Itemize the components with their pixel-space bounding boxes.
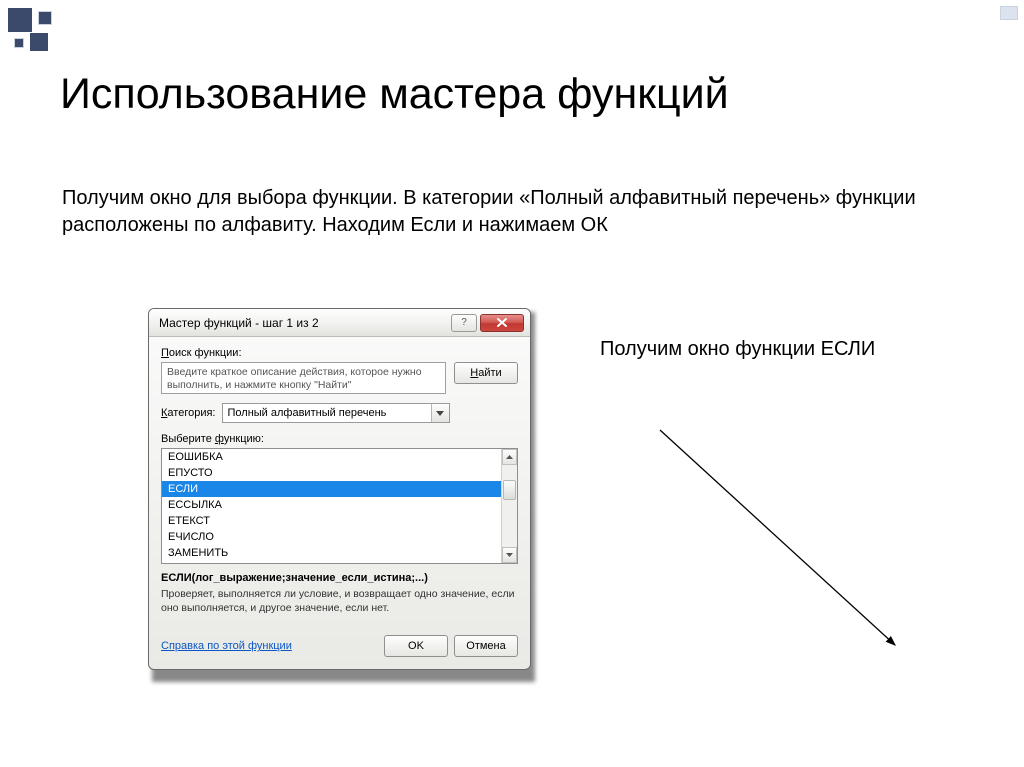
- deco-sq: [30, 33, 48, 51]
- list-items: ЕОШИБКА ЕПУСТО ЕСЛИ ЕССЫЛКА ЕТЕКСТ ЕЧИСЛ…: [162, 449, 501, 563]
- slide-intro: Получим окно для выбора функции. В катег…: [62, 185, 942, 239]
- find-button[interactable]: Найти: [454, 362, 518, 384]
- scroll-down-icon[interactable]: [502, 547, 517, 563]
- select-function-label: Выберите функцию:: [161, 433, 518, 445]
- find-button-text: айти: [478, 367, 501, 379]
- function-listbox[interactable]: ЕОШИБКА ЕПУСТО ЕСЛИ ЕССЫЛКА ЕТЕКСТ ЕЧИСЛ…: [161, 448, 518, 564]
- list-item-selected[interactable]: ЕСЛИ: [162, 481, 501, 497]
- close-button[interactable]: [480, 314, 524, 332]
- dialog-title: Мастер функций - шаг 1 из 2: [159, 316, 319, 330]
- list-item[interactable]: ЕССЫЛКА: [162, 497, 501, 513]
- titlebar-buttons: ?: [451, 314, 524, 332]
- category-combo[interactable]: Полный алфавитный перечень: [222, 403, 450, 423]
- dialog-body: Поиск функции: Введите краткое описание …: [149, 337, 530, 669]
- search-label: Поиск функции:: [161, 347, 518, 359]
- help-link[interactable]: Справка по этой функции: [161, 640, 292, 652]
- deco-sq: [8, 8, 32, 32]
- chevron-down-icon: [431, 404, 449, 422]
- help-button[interactable]: ?: [451, 314, 477, 332]
- search-input[interactable]: Введите краткое описание действия, котор…: [161, 362, 446, 394]
- scrollbar[interactable]: [501, 449, 517, 563]
- list-item[interactable]: ЕЧИСЛО: [162, 529, 501, 545]
- function-syntax: ЕСЛИ(лог_выражение;значение_если_истина;…: [161, 572, 518, 584]
- slide-title: Использование мастера функций: [60, 70, 729, 119]
- scroll-track[interactable]: [502, 465, 517, 547]
- category-label: Категория:: [161, 407, 216, 419]
- function-wizard-dialog: Мастер функций - шаг 1 из 2 ? Поиск функ…: [148, 308, 531, 670]
- close-icon: [496, 317, 508, 328]
- list-item[interactable]: ЕТЕКСТ: [162, 513, 501, 529]
- arrow-icon: [640, 420, 940, 680]
- category-value: Полный алфавитный перечень: [223, 407, 431, 419]
- list-item[interactable]: ЕПУСТО: [162, 465, 501, 481]
- ok-button[interactable]: OK: [384, 635, 448, 657]
- list-item[interactable]: ЗАМЕНИТЬ: [162, 545, 501, 561]
- deco-sq: [14, 38, 24, 48]
- deco-sq: [38, 11, 52, 25]
- slide-sidenote: Получим окно функции ЕСЛИ: [600, 336, 875, 363]
- scroll-up-icon[interactable]: [502, 449, 517, 465]
- slide-deco-tr: [1000, 6, 1018, 20]
- scroll-thumb[interactable]: [503, 480, 516, 500]
- function-description: Проверяет, выполняется ли условие, и воз…: [161, 587, 518, 615]
- list-item[interactable]: ЕОШИБКА: [162, 449, 501, 465]
- titlebar: Мастер функций - шаг 1 из 2 ?: [149, 309, 530, 337]
- cancel-button[interactable]: Отмена: [454, 635, 518, 657]
- search-label-text: оиск функции:: [169, 347, 242, 359]
